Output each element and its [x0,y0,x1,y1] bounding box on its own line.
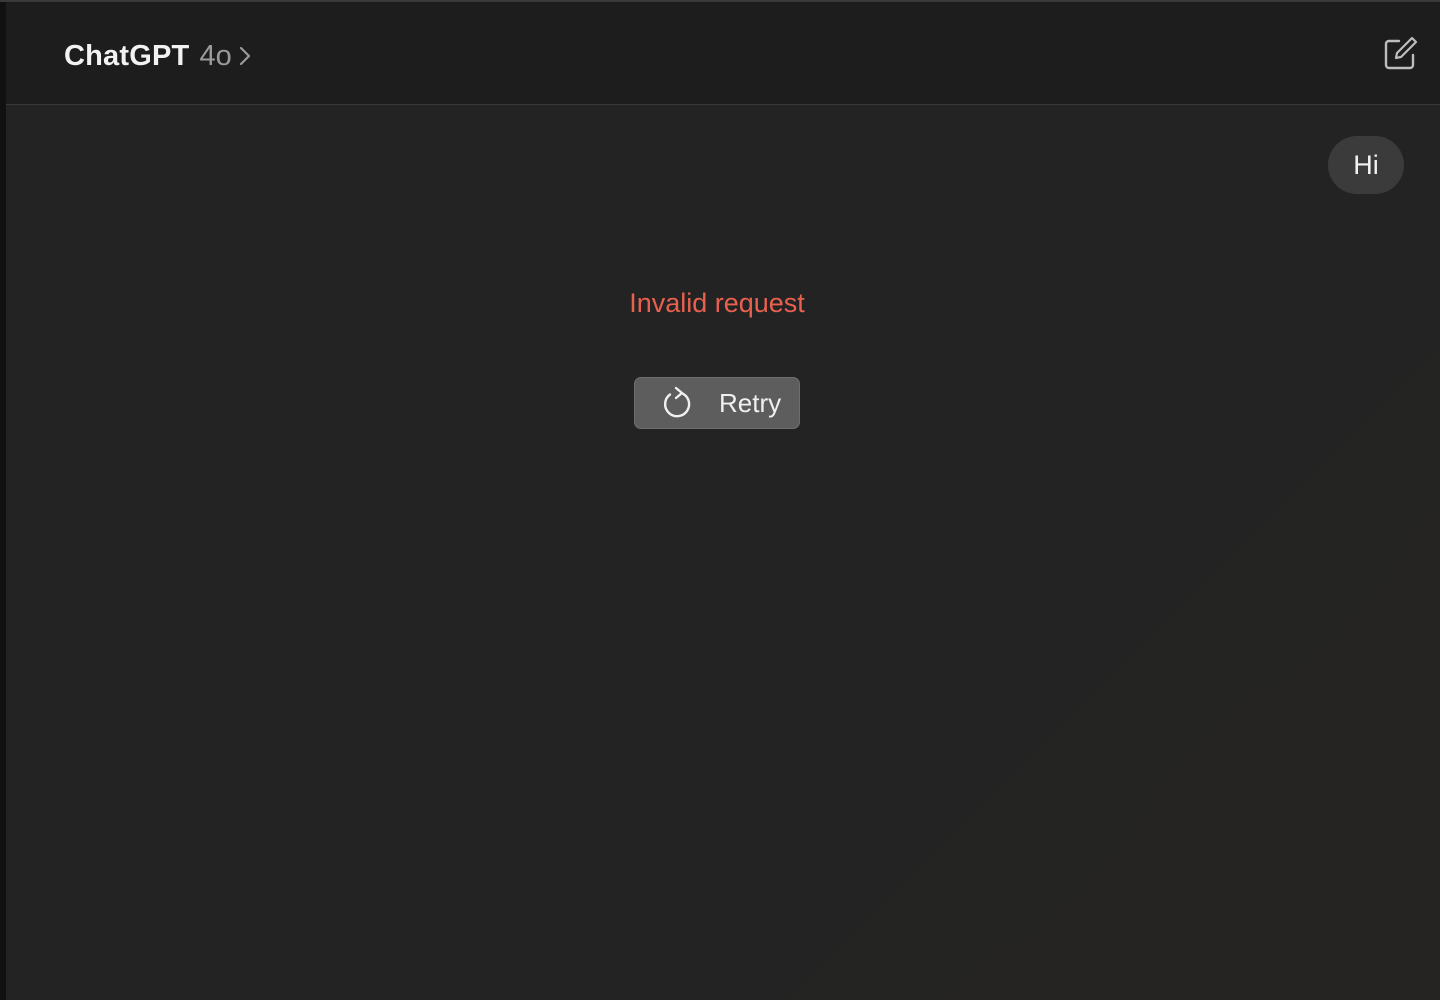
window-header: ChatGPT 4o [6,2,1440,105]
new-chat-icon [1382,36,1418,77]
chat-window: ChatGPT 4o Hi Invalid request Retry [6,2,1440,1000]
retry-label: Retry [719,387,782,418]
chevron-right-icon [238,45,252,67]
user-message-bubble: Hi [1328,136,1404,194]
new-chat-button[interactable] [1380,36,1420,76]
app-name: ChatGPT [64,39,190,72]
conversation-area: Hi Invalid request Retry [6,105,1440,1000]
error-message: Invalid request [629,288,805,318]
retry-icon [659,385,695,421]
model-selector[interactable]: ChatGPT 4o [64,36,252,76]
model-name: 4o [199,39,232,72]
retry-button[interactable]: Retry [634,377,800,429]
